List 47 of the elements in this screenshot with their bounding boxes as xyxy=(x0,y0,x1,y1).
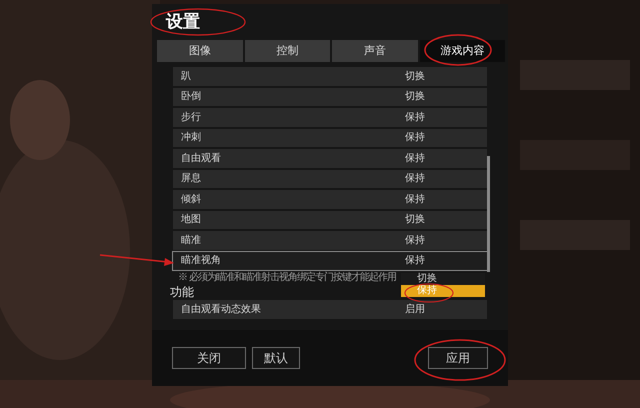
setting-label: 倾斜 xyxy=(180,192,202,207)
footer-button[interactable]: 应用 xyxy=(428,347,488,369)
setting-row[interactable]: 地图 切换 xyxy=(173,210,487,229)
setting-row[interactable]: 自由观看动态效果 启用 xyxy=(173,300,487,318)
window-title: 设置 xyxy=(166,11,200,34)
setting-label: 屏息 xyxy=(180,172,202,186)
setting-label: 自由观看 xyxy=(180,152,222,166)
setting-value: 保持 xyxy=(405,152,425,166)
setting-value: 保持 xyxy=(405,254,425,268)
setting-value: 切换 xyxy=(405,212,425,228)
setting-row[interactable]: 瞄准视角 保持 xyxy=(173,252,487,270)
setting-label: 步行 xyxy=(180,110,202,125)
annotation-circle xyxy=(424,34,492,66)
setting-value: 切换 xyxy=(405,70,425,84)
setting-value: 保持 xyxy=(405,130,425,146)
note-text: ※ 必须为瞄准和瞄准射击视角绑定专门按键才能起作用 xyxy=(178,272,396,284)
setting-label: 卧倒 xyxy=(180,90,202,104)
section-title: 功能 xyxy=(170,284,194,300)
setting-value: 保持 xyxy=(405,192,425,207)
setting-row[interactable]: 冲刺 保持 xyxy=(173,128,487,147)
footer-button[interactable]: 关闭 xyxy=(172,347,246,369)
setting-label: 冲刺 xyxy=(180,130,202,146)
footer-button[interactable]: 默认 xyxy=(252,347,300,369)
setting-label: 瞄准视角 xyxy=(180,254,222,268)
setting-label: 趴 xyxy=(180,70,192,84)
setting-row[interactable]: 自由观看 保持 xyxy=(173,149,487,168)
setting-value: 保持 xyxy=(405,110,425,125)
setting-label: 自由观看动态效果 xyxy=(180,302,262,317)
setting-value: 保持 xyxy=(405,172,425,186)
tab[interactable]: 声音 xyxy=(332,40,418,62)
setting-value: 启用 xyxy=(405,302,425,317)
setting-row[interactable]: 趴 切换 xyxy=(173,67,487,86)
tab[interactable]: 控制 xyxy=(244,40,330,62)
setting-row[interactable]: 屏息 保持 xyxy=(173,170,487,188)
scrollbar[interactable] xyxy=(487,156,490,272)
dropdown-option[interactable]: 切换 xyxy=(401,273,485,285)
setting-row[interactable]: 步行 保持 xyxy=(173,108,487,126)
setting-row[interactable]: 卧倒 切换 xyxy=(173,88,487,106)
tab[interactable]: 图像 xyxy=(157,40,242,62)
annotation-circle xyxy=(404,284,454,302)
setting-value: 保持 xyxy=(405,234,425,248)
setting-row[interactable]: 瞄准 保持 xyxy=(173,231,487,250)
setting-value: 切换 xyxy=(405,90,425,104)
tab[interactable]: 游戏内容 xyxy=(420,40,505,62)
setting-label: 地图 xyxy=(180,212,202,228)
setting-label: 瞄准 xyxy=(180,234,202,248)
setting-row[interactable]: 倾斜 保持 xyxy=(173,190,487,208)
